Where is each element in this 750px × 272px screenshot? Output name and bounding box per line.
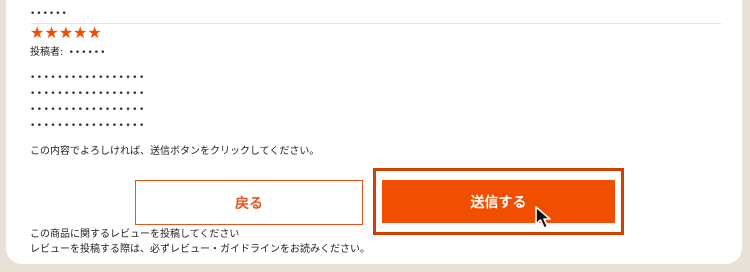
- confirm-instruction: この内容でよろしければ、送信ボタンをクリックしてください。: [30, 146, 320, 157]
- review-body-line: •••••••••••••••••: [30, 105, 146, 115]
- divider: [31, 23, 721, 24]
- submit-button[interactable]: 送信する: [382, 180, 615, 223]
- rating-stars: ★★★★★: [30, 23, 102, 42]
- review-confirmation-card: •••••• ★★★★★ 投稿者: •••••• •••••••••••••••…: [6, 0, 742, 264]
- submit-button-highlight: 送信する: [373, 168, 624, 235]
- review-invite-note: この商品に関するレビューを投稿してください: [30, 229, 240, 240]
- review-body-line: •••••••••••••••••: [30, 73, 146, 83]
- mouse-pointer-icon: [535, 206, 551, 229]
- review-body-line: •••••••••••••••••: [30, 121, 146, 131]
- guideline-note: レビューを投稿する際は、必ずレビュー・ガイドラインをお読みください。: [30, 244, 370, 255]
- back-button[interactable]: 戻る: [135, 180, 363, 225]
- back-button-label: 戻る: [235, 195, 263, 212]
- submit-button-label: 送信する: [470, 194, 527, 211]
- review-body-line: •••••••••••••••••: [30, 89, 146, 99]
- review-title: ••••••: [30, 9, 68, 19]
- poster-name: ••••••: [68, 48, 107, 58]
- poster-info: 投稿者: ••••••: [30, 46, 106, 60]
- poster-label: 投稿者:: [30, 47, 64, 58]
